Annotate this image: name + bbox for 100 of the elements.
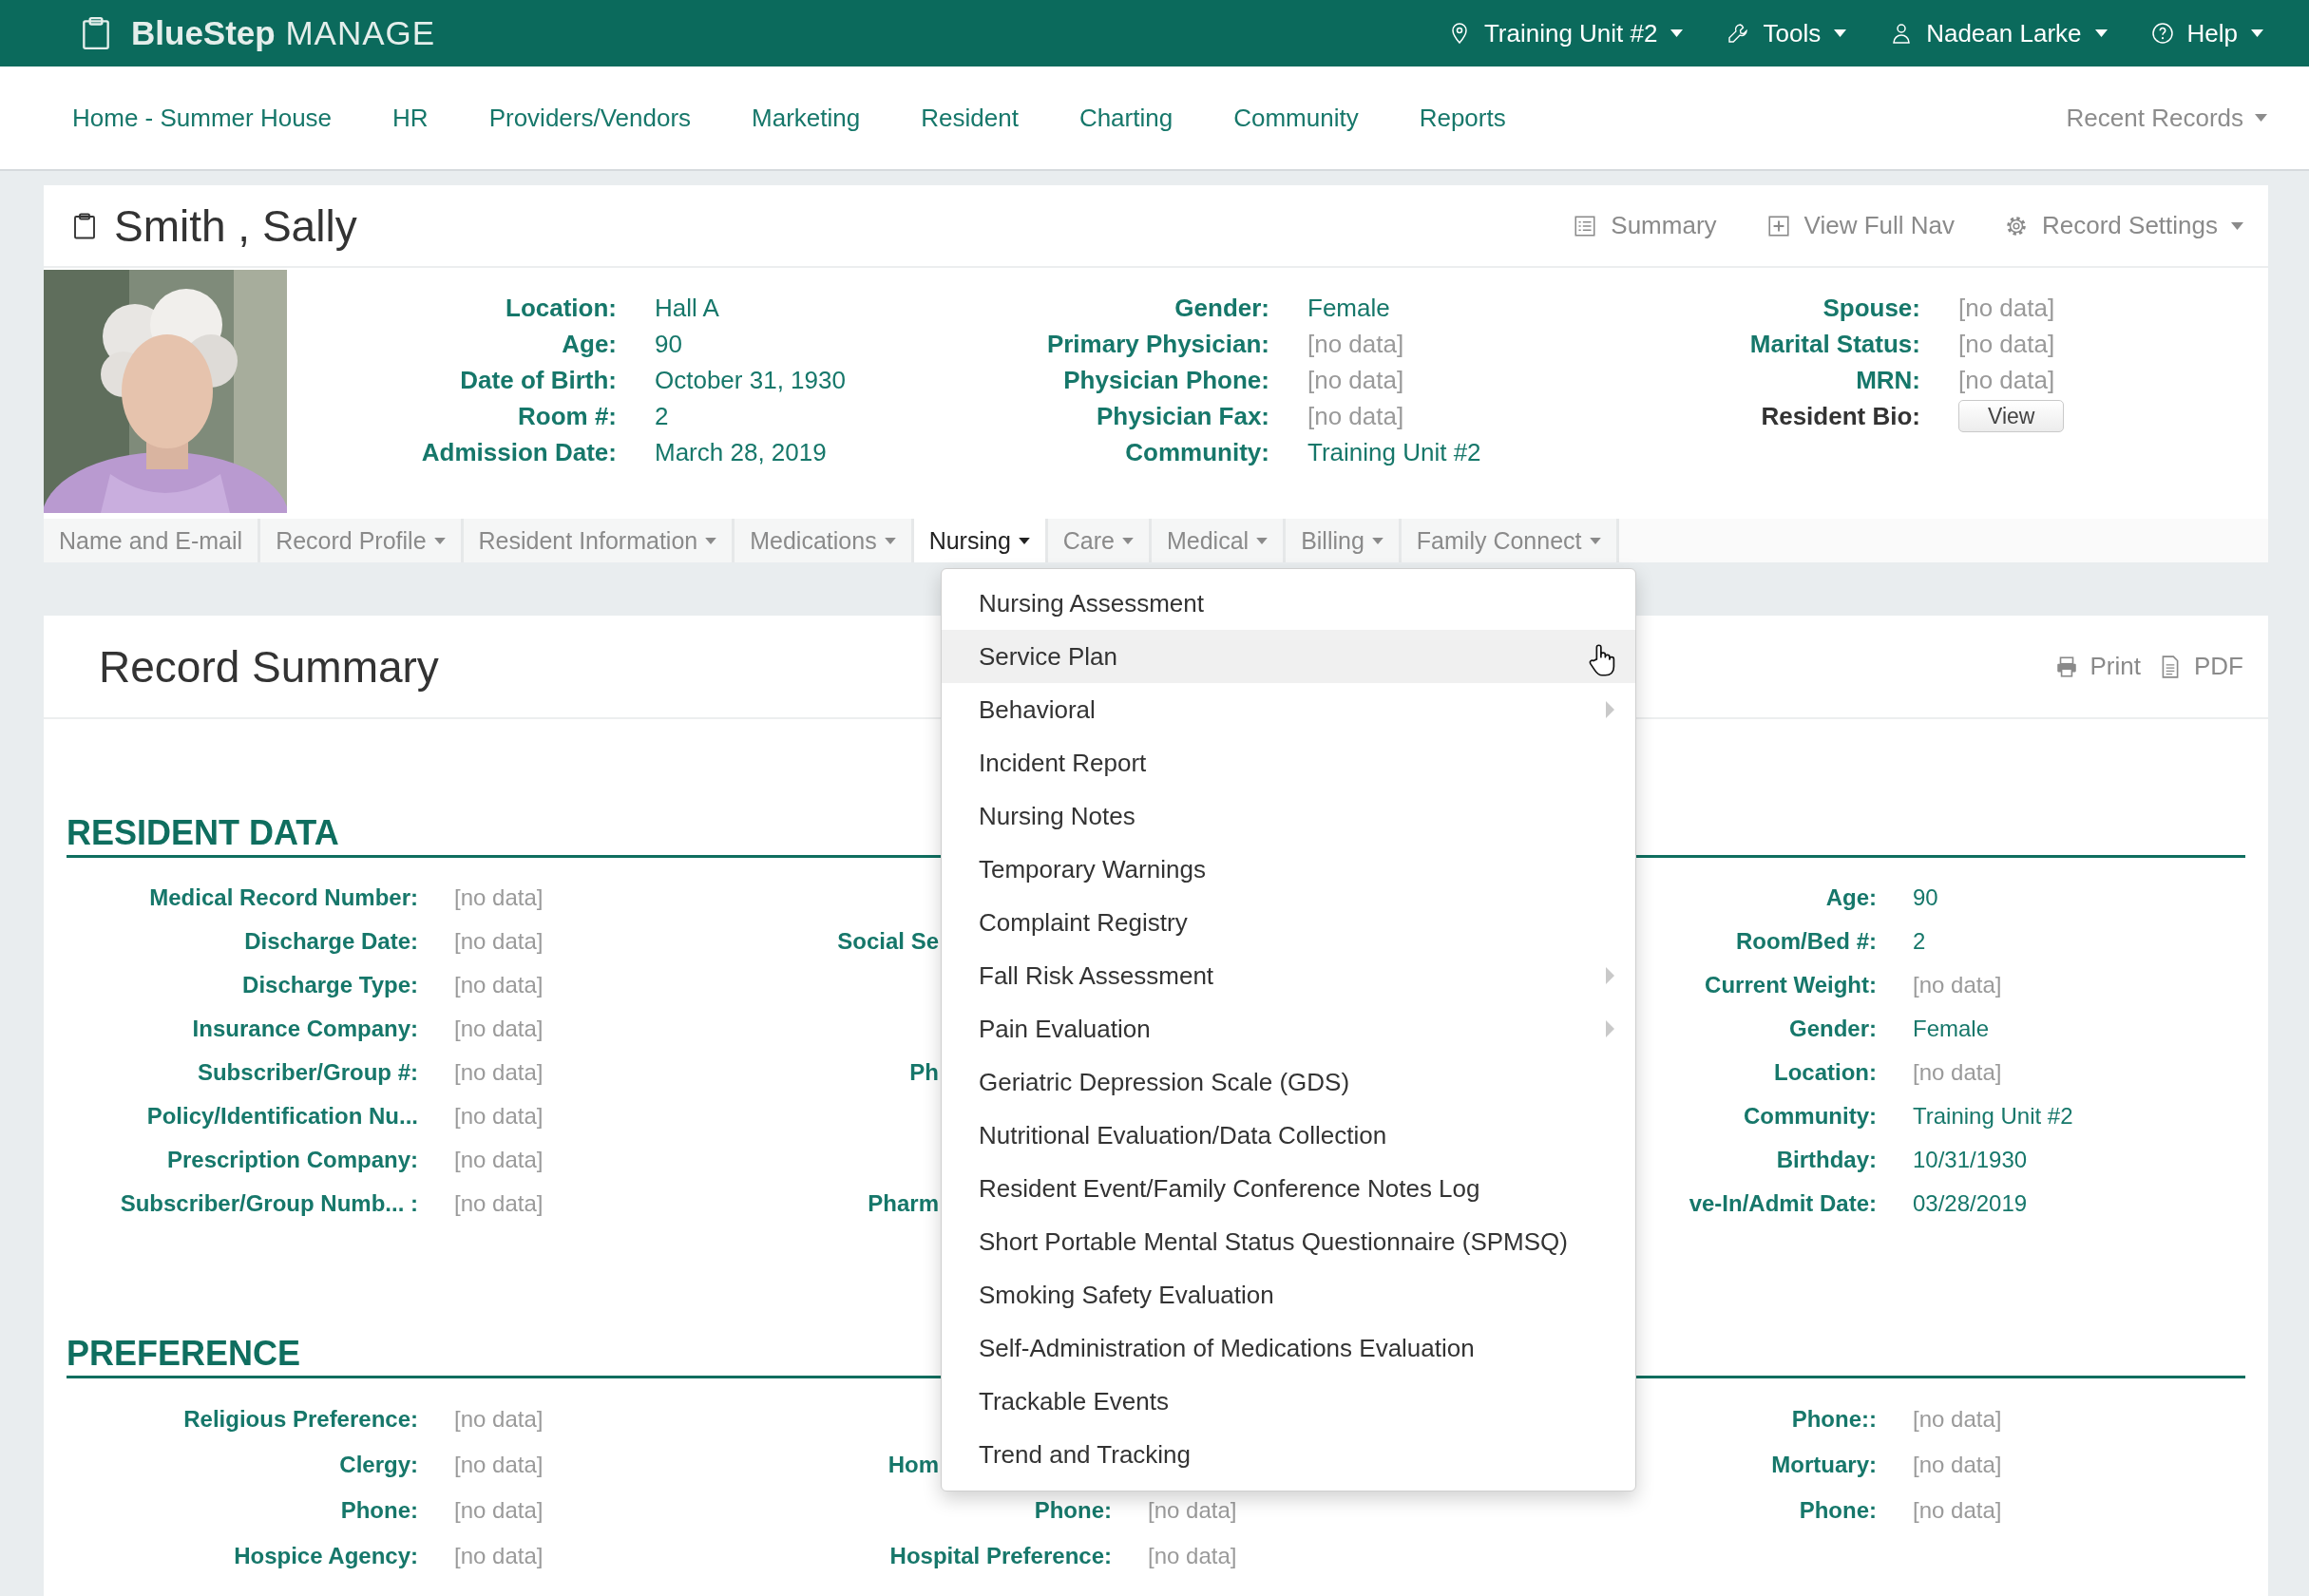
nav-link[interactable]: Resident [921,103,1019,133]
menu-item[interactable]: Short Portable Mental Status Questionnaire (SPMSQ) [942,1215,1635,1268]
field-value: 2 [1912,928,1926,955]
field-label: Phone: [1799,1497,1877,1524]
nav-link[interactable]: Reports [1419,103,1506,133]
menu-item[interactable]: Smoking Safety Evaluation [942,1268,1635,1321]
field-label: Mortuary: [1771,1452,1877,1478]
tools-menu[interactable]: Tools [1727,18,1847,48]
record-tab[interactable]: Nursing [913,519,1048,562]
field-value: [no data] [453,972,544,998]
field-label: Subscriber/Group #: [197,1059,418,1086]
field-label: Medical Record Number: [149,884,418,911]
field-value: [no data] [1307,329,1404,359]
menu-item[interactable]: Incident Report [942,736,1635,789]
submenu-arrow-icon [1606,701,1614,718]
field-label: Physician Phone: [1063,365,1269,395]
field-value: [no data] [453,1059,544,1086]
caret-icon [1018,537,1030,544]
user-menu[interactable]: Nadean Larke [1890,18,2108,48]
field-label: Birthday: [1776,1147,1877,1173]
field-value: 10/31/1930 [1912,1147,2028,1173]
help-menu[interactable]: Help [2150,18,2263,48]
hand-cursor-icon [1588,643,1616,677]
field-value: [no data] [1147,1497,1237,1524]
plus-square-icon [1765,213,1791,238]
field-label: Insurance Company: [192,1016,418,1042]
field-value: [no data] [453,1497,544,1524]
field-label: Gender: [1174,293,1269,323]
field-value: 03/28/2019 [1912,1190,2028,1217]
field-value: 90 [1912,884,1938,911]
field-value: 90 [654,329,682,359]
menu-item[interactable]: Trend and Tracking [942,1428,1635,1481]
menu-item[interactable]: Geriatric Depression Scale (GDS) [942,1055,1635,1109]
field-value: 2 [654,401,669,431]
field-label: Pharm [868,1190,939,1217]
nav-link[interactable]: Charting [1078,103,1174,133]
field-value: Training Unit #2 [1307,437,1481,467]
view-button[interactable]: View [1958,400,2065,432]
help-icon [2150,22,2174,45]
field-value: [no data] [453,1406,544,1433]
caret-icon [1589,537,1601,544]
field-value: [no data] [453,928,544,955]
menu-item[interactable]: Service Plan [942,630,1635,683]
field-value: Female [1307,293,1390,323]
field-label: Policy/Identification Nu... [146,1103,418,1130]
caret-icon [2251,29,2263,37]
field-value: [no data] [1912,1406,2002,1433]
field-label: Hom [887,1452,939,1478]
nav-link[interactable]: HR [392,103,429,133]
caret-icon [705,537,717,544]
full-nav-button[interactable]: View Full Nav [1765,211,1955,240]
field-value: [no data] [1307,365,1404,395]
field-value: [no data] [1957,329,2055,359]
menu-item[interactable]: Resident Event/Family Conference Notes Log [942,1162,1635,1215]
field-value: [no data] [1912,1059,2002,1086]
field-label: MRN: [1856,365,1920,395]
caret-icon [2255,114,2267,122]
menu-item[interactable]: Pain Evaluation [942,1002,1635,1055]
field-label: Subscriber/Group Numb... : [120,1190,418,1217]
menu-item[interactable]: Complaint Registry [942,896,1635,949]
field-label: Hospice Agency: [234,1543,418,1569]
field-label: Religious Preference: [183,1406,418,1433]
field-value: [no data] [1957,293,2055,323]
submenu-arrow-icon [1606,967,1614,984]
record-settings-button[interactable]: Record Settings [2004,211,2243,240]
caret-icon [2094,29,2108,37]
field-label: Age: [1825,884,1877,911]
summary-button[interactable]: Summary [1573,211,1717,240]
field-label: Hospital Preference: [889,1543,1112,1569]
caret-icon [1834,29,1847,37]
field-value: [no data] [1912,1497,2002,1524]
nav-link[interactable]: Community [1233,103,1359,133]
print-button[interactable]: Print [2053,652,2141,681]
menu-item[interactable]: Fall Risk Assessment [942,949,1635,1002]
unit-menu[interactable]: Training Unit #2 [1447,18,1684,48]
list-icon [1573,213,1598,238]
menu-item[interactable]: Behavioral [942,683,1635,736]
nav-link[interactable]: Providers/Vendors [488,103,692,133]
menu-item[interactable]: Nursing Assessment [942,577,1635,630]
field-label: Location: [506,293,617,323]
brand-name: BlueStep MANAGE [131,14,436,52]
field-value: March 28, 2019 [654,437,827,467]
caret-icon [1122,537,1134,544]
field-label: Spouse: [1822,293,1920,323]
field-label: Room/Bed #: [1736,928,1877,955]
field-value: Training Unit #2 [1912,1103,2073,1130]
field-value: [no data] [453,1016,544,1042]
menu-item[interactable]: Nutritional Evaluation/Data Collection [942,1109,1635,1162]
field-label: Location: [1774,1059,1877,1086]
field-label: Ph [909,1059,939,1086]
nav-link[interactable]: Home - Summer House [72,103,333,133]
recent-records-menu[interactable]: Recent Records [2066,103,2267,133]
field-value: [no data] [453,1147,544,1173]
pdf-button[interactable]: PDF [2158,652,2243,681]
field-value: [no data] [1147,1543,1237,1569]
field-label: Current Weight: [1705,972,1877,998]
caret-icon [2231,221,2243,230]
field-label: Age: [562,329,617,359]
nav-link[interactable]: Marketing [752,103,861,133]
field-label: Discharge Date: [244,928,418,955]
